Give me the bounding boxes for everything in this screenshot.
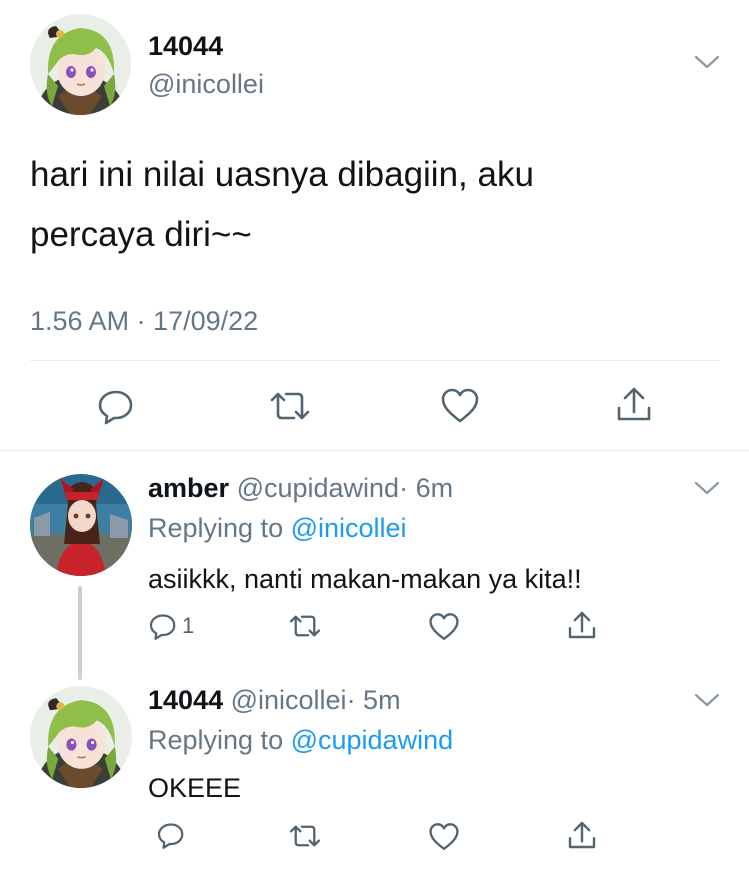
reply-share-button[interactable] (566, 819, 598, 851)
share-icon (568, 821, 596, 849)
reply-icon (157, 823, 184, 849)
chevron-down-icon (694, 693, 720, 707)
share-icon (568, 611, 596, 639)
chevron-down-icon (694, 481, 720, 495)
main-divider (30, 360, 720, 361)
reply-replying-to: Replying to @cupidawind (148, 724, 453, 756)
reply-more-chevron[interactable] (694, 692, 720, 708)
heart-icon (429, 613, 459, 641)
thread-line (78, 586, 82, 680)
share-icon (617, 387, 651, 421)
reply-icon (149, 614, 176, 640)
reply-time[interactable]: · 6m (399, 473, 453, 503)
heart-icon (429, 823, 459, 851)
reply-header: 14044 @inicollei· 5m (148, 684, 401, 716)
chevron-down-icon (694, 55, 720, 69)
reply-count: 1 (182, 613, 195, 638)
section-divider (0, 450, 749, 451)
reply-more-chevron[interactable] (694, 480, 720, 496)
reply-like-button[interactable] (428, 822, 460, 852)
reply-avatar[interactable] (30, 686, 132, 788)
main-avatar[interactable] (30, 14, 131, 115)
reply-icon (98, 390, 133, 425)
main-like-button[interactable] (440, 387, 480, 425)
reply-header: amber @cupidawind· 6m (148, 472, 453, 504)
avatar-amber-icon (30, 474, 132, 576)
main-handle[interactable]: @inicollei (148, 68, 264, 100)
replying-to-link[interactable]: @cupidawind (291, 725, 454, 755)
main-retweet-button[interactable] (268, 388, 312, 424)
main-share-button[interactable] (614, 384, 654, 424)
heart-icon (441, 388, 479, 423)
reply-handle[interactable]: @inicollei (231, 685, 347, 715)
reply-text: asiikkk, nanti makan-makan ya kita!! (148, 564, 582, 594)
reply-avatar[interactable] (30, 474, 132, 576)
reply-reply-button[interactable] (156, 820, 186, 850)
reply-reply-button[interactable]: 1 (148, 611, 218, 641)
reply-like-button[interactable] (428, 612, 460, 642)
reply-handle[interactable]: @cupidawind (237, 473, 400, 503)
main-reply-button[interactable] (96, 386, 136, 426)
reply-retweet-button[interactable] (288, 612, 322, 640)
reply-display-name[interactable]: 14044 (148, 685, 223, 715)
reply-time[interactable]: · 5m (347, 685, 401, 715)
retweet-icon (270, 392, 310, 420)
replying-to-link[interactable]: @inicollei (291, 513, 407, 543)
replying-to-prefix: Replying to (148, 513, 291, 543)
reply-replying-to: Replying to @inicollei (148, 512, 407, 544)
reply-share-button[interactable] (566, 609, 598, 641)
main-tweet-text-line2: percaya diri~~ (30, 215, 252, 254)
main-display-name[interactable]: 14044 (148, 30, 223, 62)
main-more-chevron[interactable] (694, 54, 720, 70)
main-tweet-text-line1: hari ini nilai uasnya dibagiin, aku (30, 155, 534, 194)
retweet-icon (289, 615, 321, 637)
replying-to-prefix: Replying to (148, 725, 291, 755)
reply-retweet-button[interactable] (288, 822, 322, 850)
main-timestamp[interactable]: 1.56 AM · 17/09/22 (30, 305, 258, 337)
avatar-collei-icon (30, 14, 131, 115)
reply-text: OKEEE (148, 773, 242, 803)
retweet-icon (289, 825, 321, 847)
avatar-collei-icon (30, 686, 132, 788)
reply-display-name[interactable]: amber (148, 473, 229, 503)
